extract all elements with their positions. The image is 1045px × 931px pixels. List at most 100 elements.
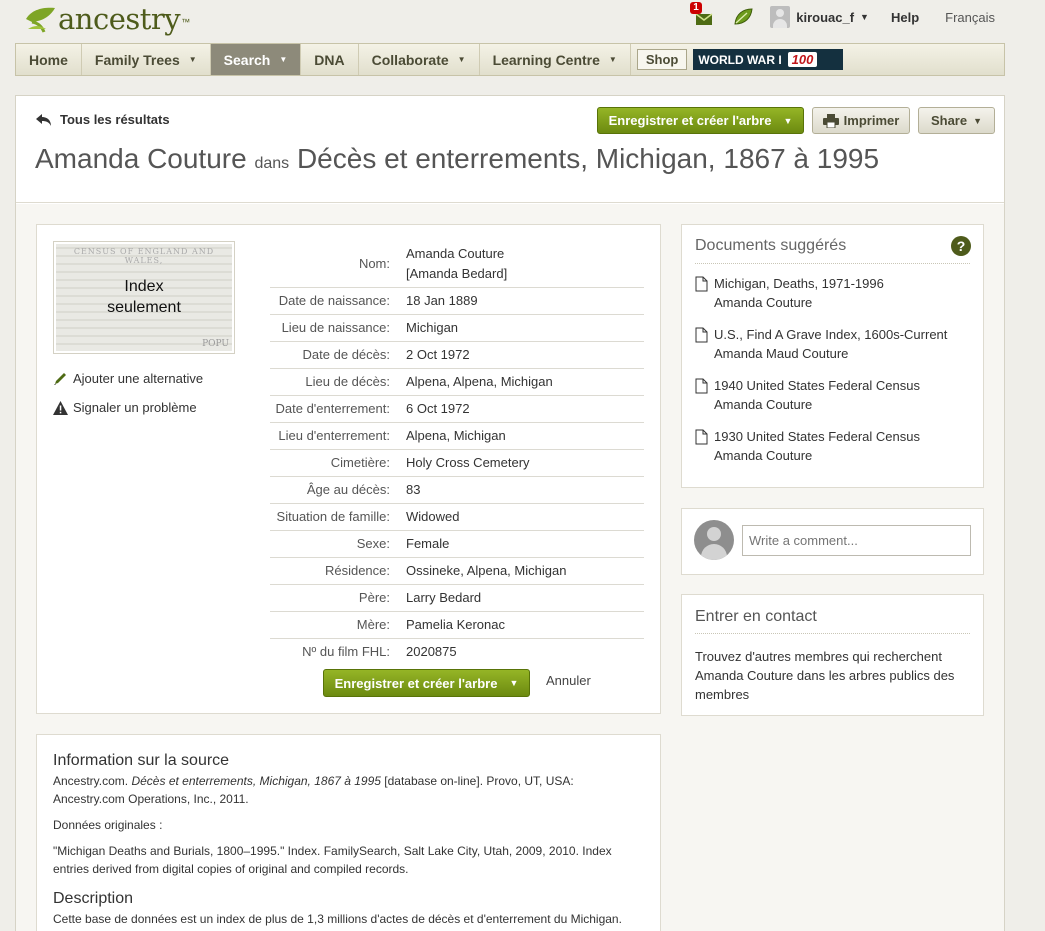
fact-value: Alpena, Michigan xyxy=(406,428,506,443)
fact-row-name: Nom: Amanda Couture [Amanda Bedard] xyxy=(270,241,644,288)
fact-value: Female xyxy=(406,536,450,551)
fact-label: Père: xyxy=(358,590,390,605)
help-icon[interactable]: ? xyxy=(951,236,971,256)
index-only-label: Index seulement xyxy=(56,276,232,318)
chevron-down-icon: ▼ xyxy=(608,55,617,64)
suggested-record[interactable]: U.S., Find A Grave Index, 1600s-Current A… xyxy=(695,325,970,363)
ww1-banner[interactable]: WORLD WAR I 100 xyxy=(693,49,844,70)
fact-value: 6 Oct 1972 xyxy=(406,401,470,416)
user-menu[interactable]: kirouac_f ▼ xyxy=(770,6,869,28)
fact-row: Nº du film FHL: 2020875 xyxy=(270,639,644,665)
logo-text: ancestry xyxy=(58,2,181,36)
record-facts-table: Nom: Amanda Couture [Amanda Bedard] Date… xyxy=(270,241,644,665)
suggested-records: Documents suggérés ? Michigan, Deaths, 1… xyxy=(681,224,984,488)
link-label: Signaler un problème xyxy=(73,400,197,415)
comment-box xyxy=(681,508,984,575)
link-label: Ajouter une alternative xyxy=(73,371,204,386)
back-to-results-link[interactable]: Tous les résultats xyxy=(36,112,170,127)
suggested-record-title[interactable]: 1940 United States Federal Census xyxy=(714,376,920,395)
fact-label: Lieu d'enterrement: xyxy=(278,428,390,443)
fact-label: Nº du film FHL: xyxy=(302,644,390,659)
fact-label: Date de décès: xyxy=(302,347,390,362)
print-button[interactable]: Imprimer xyxy=(812,107,910,134)
chevron-down-icon: ▼ xyxy=(783,115,793,126)
fact-row: Lieu d'enterrement: Alpena, Michigan xyxy=(270,423,644,450)
suggested-record[interactable]: Michigan, Deaths, 1971-1996 Amanda Coutur… xyxy=(695,274,970,312)
fact-label: Sexe: xyxy=(356,536,390,551)
fact-value: 2020875 xyxy=(406,644,457,659)
suggested-record-title[interactable]: 1930 United States Federal Census xyxy=(714,427,920,446)
add-alternative-link[interactable]: Ajouter une alternative xyxy=(53,371,203,386)
document-icon xyxy=(695,327,708,343)
message-count-badge: 1 xyxy=(690,2,702,14)
language-link[interactable]: Français xyxy=(945,10,995,25)
suggested-title: Documents suggérés xyxy=(695,237,970,264)
nav-learning-centre[interactable]: Learning Centre ▼ xyxy=(480,44,631,75)
original-data-label: Données originales : xyxy=(53,818,163,832)
fact-value-alt-line: [Amanda Bedard] xyxy=(406,266,508,281)
suggested-record-title[interactable]: U.S., Find A Grave Index, 1600s-Current xyxy=(714,325,947,344)
contact-link[interactable]: Trouvez d'autres membres qui recherchent… xyxy=(695,647,970,704)
record-panel: Tous les résultats Amanda Couture dans D… xyxy=(15,95,1005,931)
comment-input[interactable] xyxy=(742,525,971,556)
avatar xyxy=(694,520,734,560)
fact-row: Sexe: Female xyxy=(270,531,644,558)
index-only-line1: Index xyxy=(124,278,164,295)
cancel-link[interactable]: Annuler xyxy=(546,673,591,688)
hint-leaf-icon[interactable] xyxy=(732,6,754,28)
button-label: Share xyxy=(930,113,968,128)
record-name: Amanda Couture xyxy=(35,143,247,174)
fact-label: Date d'enterrement: xyxy=(275,401,391,416)
fact-row: Père: Larry Bedard xyxy=(270,585,644,612)
nav-shop[interactable]: Shop xyxy=(636,49,688,70)
record-image-thumbnail[interactable]: CENSUS OF ENGLAND AND WALES, Index seule… xyxy=(53,241,235,354)
nav-collaborate[interactable]: Collaborate ▼ xyxy=(359,44,480,75)
document-icon xyxy=(695,429,708,445)
suggested-record[interactable]: 1940 United States Federal Census Amanda … xyxy=(695,376,970,414)
document-icon xyxy=(695,378,708,394)
nav-home[interactable]: Home xyxy=(16,44,82,75)
fact-value: Michigan xyxy=(406,320,459,335)
help-link[interactable]: Help xyxy=(891,10,919,25)
source-information: Information sur la source Ancestry.com. … xyxy=(36,734,661,931)
fact-value: 2 Oct 1972 xyxy=(406,347,470,362)
fact-value-line: Amanda Couture xyxy=(406,246,505,261)
ancestry-logo[interactable]: ancestry ™ xyxy=(24,4,190,34)
suggested-record-name: Amanda Maud Couture xyxy=(714,346,849,361)
fact-label: Date de naissance: xyxy=(278,293,390,308)
logo-trademark: ™ xyxy=(181,17,191,27)
report-problem-link[interactable]: Signaler un problème xyxy=(53,400,197,415)
save-create-tree-button-bottom[interactable]: Enregistrer et créer l'arbre ▼ xyxy=(323,669,530,697)
save-create-tree-button[interactable]: Enregistrer et créer l'arbre ▼ xyxy=(597,107,804,134)
thumbnail-image: CENSUS OF ENGLAND AND WALES, Index seule… xyxy=(56,244,232,351)
original-data-text: "Michigan Deaths and Burials, 1800–1995.… xyxy=(53,844,612,876)
fact-row: Lieu de décès: Alpena, Alpena, Michigan xyxy=(270,369,644,396)
back-arrow-icon xyxy=(36,113,51,126)
fact-row: Cimetière: Holy Cross Cemetery xyxy=(270,450,644,477)
fact-row: Lieu de naissance: Michigan xyxy=(270,315,644,342)
messages-button[interactable]: 1 xyxy=(690,2,714,28)
nav-dna[interactable]: DNA xyxy=(301,44,359,75)
main-nav: Home Family Trees ▼ Search ▼ DNA Collabora… xyxy=(15,43,1005,76)
fact-label: Mère: xyxy=(356,617,390,632)
chevron-down-icon: ▼ xyxy=(509,678,519,688)
collection-name: Décès et enterrements, Michigan, 1867 à … xyxy=(296,143,880,174)
printer-icon xyxy=(822,113,839,128)
nav-search[interactable]: Search ▼ xyxy=(210,44,302,75)
nav-label: Home xyxy=(29,51,68,68)
record-body: CENSUS OF ENGLAND AND WALES, Index seule… xyxy=(16,204,1004,931)
description-heading: Description xyxy=(53,890,134,907)
suggested-record[interactable]: 1930 United States Federal Census Amanda … xyxy=(695,427,970,465)
user-avatar xyxy=(770,6,791,28)
fact-label: Résidence: xyxy=(324,563,390,578)
suggested-record-title[interactable]: Michigan, Deaths, 1971-1996 xyxy=(714,274,884,293)
page-title: Amanda Couture dans Décès et enterrement… xyxy=(35,143,879,175)
fact-value: 18 Jan 1889 xyxy=(406,293,478,308)
back-label: Tous les résultats xyxy=(60,112,170,127)
fact-row: Âge au décès: 83 xyxy=(270,477,644,504)
share-button[interactable]: Share ▼ xyxy=(918,107,995,134)
suggested-record-name: Amanda Couture xyxy=(714,295,813,310)
nav-family-trees[interactable]: Family Trees ▼ xyxy=(82,44,211,75)
chevron-down-icon: ▼ xyxy=(860,12,869,22)
suggested-record-name: Amanda Couture xyxy=(714,397,813,412)
